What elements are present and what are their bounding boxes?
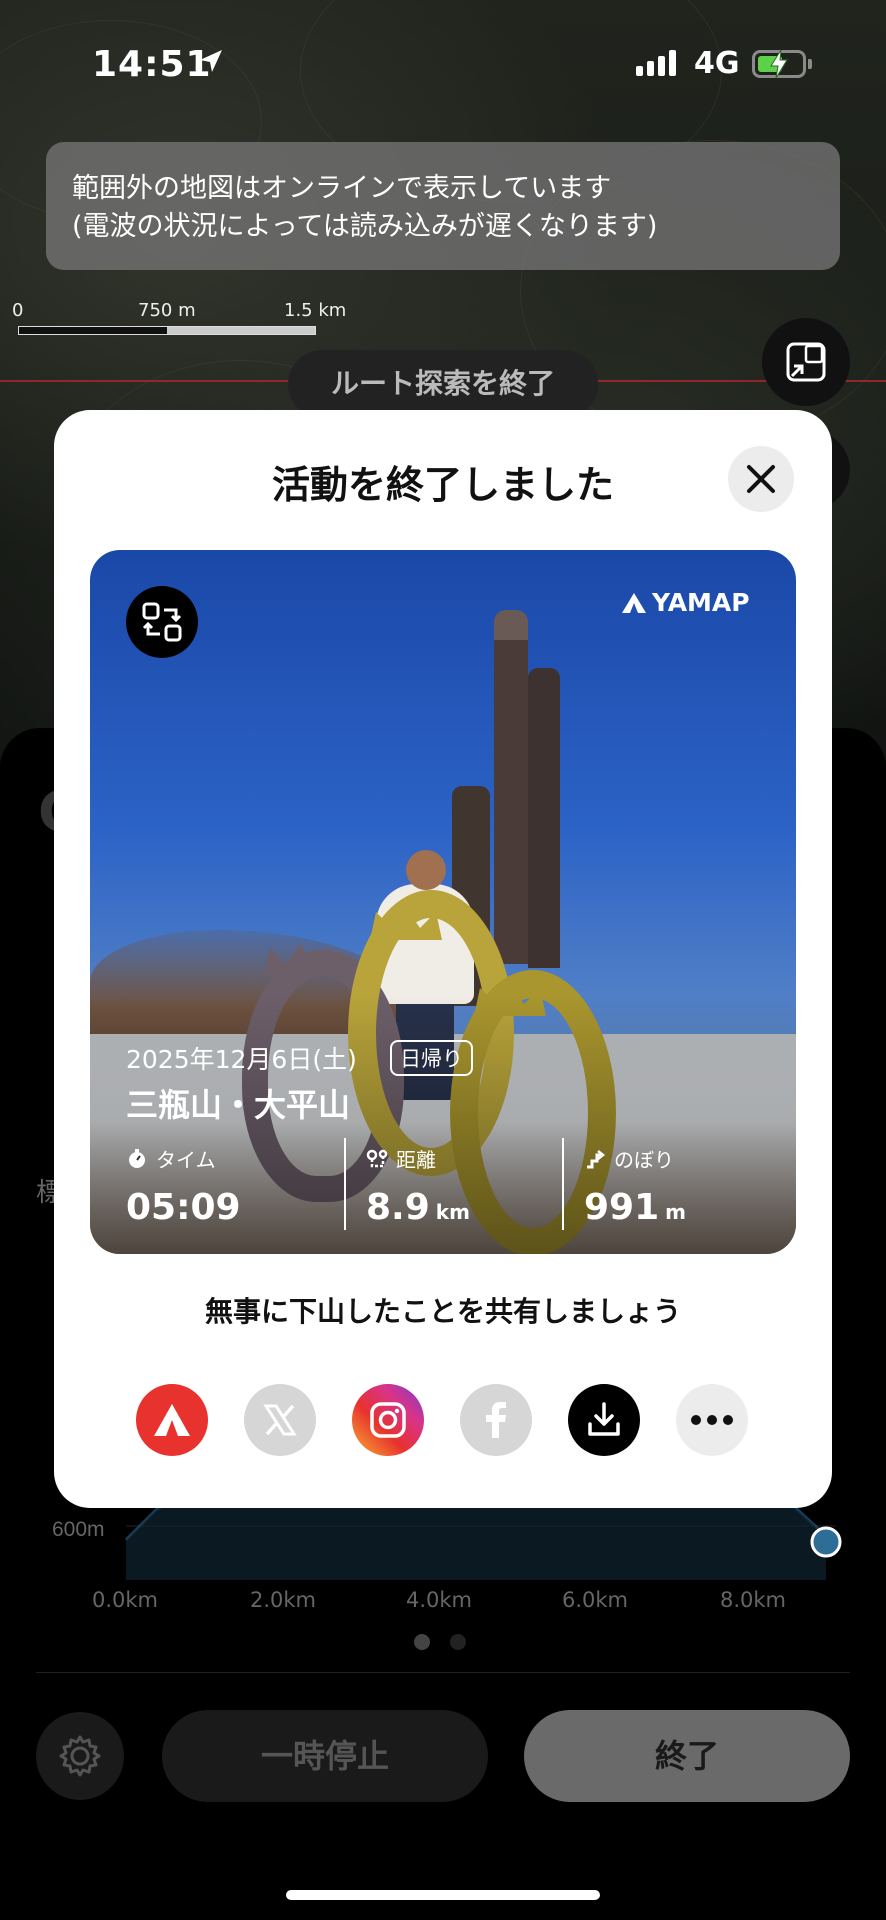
offline-map-notice: 範囲外の地図はオンラインで表示しています (電波の状況によっては読み込みが遅くな…	[46, 142, 840, 270]
chart-x-label: 0.0km	[92, 1588, 159, 1612]
pause-button[interactable]: 一時停止	[162, 1710, 488, 1802]
crown-icon	[370, 908, 442, 940]
summit-post	[494, 624, 528, 964]
page-dot-active	[414, 1634, 430, 1650]
notice-line-2: (電波の状況によっては読み込みが遅くなります)	[72, 211, 658, 242]
x-icon	[263, 1404, 297, 1436]
stat-label: のぼり	[614, 1148, 674, 1172]
ascent-icon	[587, 1149, 606, 1168]
gear-icon	[59, 1735, 101, 1777]
change-photo-button[interactable]	[126, 586, 198, 658]
download-button[interactable]	[568, 1384, 640, 1456]
chart-x-label: 2.0km	[250, 1588, 317, 1612]
home-indicator[interactable]	[286, 1890, 600, 1900]
instagram-icon	[370, 1402, 406, 1438]
yamap-share-button[interactable]	[136, 1384, 208, 1456]
battery-cap	[808, 59, 812, 69]
stat-label: 距離	[396, 1148, 436, 1172]
charging-bolt-icon	[770, 49, 788, 79]
page-dot	[450, 1634, 466, 1650]
status-time: 14:51	[92, 44, 212, 85]
chart-x-label: 4.0km	[406, 1588, 473, 1612]
scale-label-0: 0	[12, 300, 24, 321]
settings-button[interactable]	[36, 1712, 124, 1800]
x-share-button[interactable]	[244, 1384, 316, 1456]
page-indicator	[414, 1634, 466, 1650]
end-route-search-button[interactable]: ルート探索を終了	[288, 350, 598, 418]
stat-distance: 距離 8.9 km	[366, 1144, 470, 1228]
stat-unit: km	[435, 1200, 470, 1224]
stat-value: 05:09	[126, 1187, 241, 1228]
stat-divider	[344, 1138, 346, 1230]
facebook-share-button[interactable]	[460, 1384, 532, 1456]
summit-post-top	[494, 610, 528, 640]
brand-name: YAMAP	[652, 588, 750, 617]
activity-finished-dialog: 活動を終了しました YAMAP 2025年12月6日(土) 日帰り 三瓶山・大平…	[54, 410, 832, 1508]
summit-post	[528, 668, 560, 968]
close-button[interactable]	[728, 446, 794, 512]
activity-photo-card[interactable]: YAMAP 2025年12月6日(土) 日帰り 三瓶山・大平山 タイム 05:0…	[90, 550, 796, 1254]
map-resize-button[interactable]	[762, 318, 850, 406]
location-arrow-icon	[200, 50, 222, 72]
facebook-icon	[486, 1402, 506, 1438]
notice-line-1: 範囲外の地図はオンラインで表示しています	[72, 173, 612, 204]
minimize-map-icon	[786, 342, 826, 382]
stat-time: タイム 05:09	[126, 1144, 241, 1228]
stat-unit: m	[665, 1200, 686, 1224]
trip-type-badge: 日帰り	[390, 1040, 473, 1076]
map-scale-bar	[18, 326, 316, 335]
download-icon	[588, 1402, 620, 1436]
stat-label: タイム	[156, 1148, 216, 1172]
close-icon	[747, 465, 775, 493]
more-icon	[691, 1415, 733, 1425]
dialog-title: 活動を終了しました	[271, 463, 614, 507]
distance-icon	[366, 1149, 388, 1167]
stopwatch-icon	[129, 1148, 145, 1168]
scale-label-1-5km: 1.5 km	[284, 300, 347, 321]
swap-photo-icon	[142, 602, 182, 642]
network-type: 4G	[694, 46, 740, 81]
yamap-logo: YAMAP	[620, 588, 750, 617]
stat-divider	[562, 1138, 564, 1230]
chart-x-label: 8.0km	[720, 1588, 787, 1612]
yamap-logo-icon	[622, 592, 646, 613]
stat-ascent: のぼり 991 m	[584, 1144, 686, 1228]
activity-date: 2025年12月6日(土)	[126, 1045, 357, 1074]
stat-value: 991	[584, 1187, 660, 1228]
cellular-signal-icon	[636, 50, 676, 76]
share-prompt: 無事に下山したことを共有しましょう	[204, 1295, 681, 1328]
instagram-share-button[interactable]	[352, 1384, 424, 1456]
chart-y-label-600m: 600m	[52, 1518, 105, 1541]
divider	[36, 1672, 850, 1673]
mountain-name: 三瓶山・大平山	[126, 1086, 351, 1124]
stat-value: 8.9	[366, 1187, 430, 1228]
end-activity-button[interactable]: 終了	[524, 1710, 850, 1802]
crown-icon	[264, 944, 336, 976]
more-share-button[interactable]	[676, 1384, 748, 1456]
scale-label-750m: 750 m	[138, 300, 196, 321]
chart-x-label: 6.0km	[562, 1588, 629, 1612]
yamap-icon	[154, 1404, 190, 1436]
